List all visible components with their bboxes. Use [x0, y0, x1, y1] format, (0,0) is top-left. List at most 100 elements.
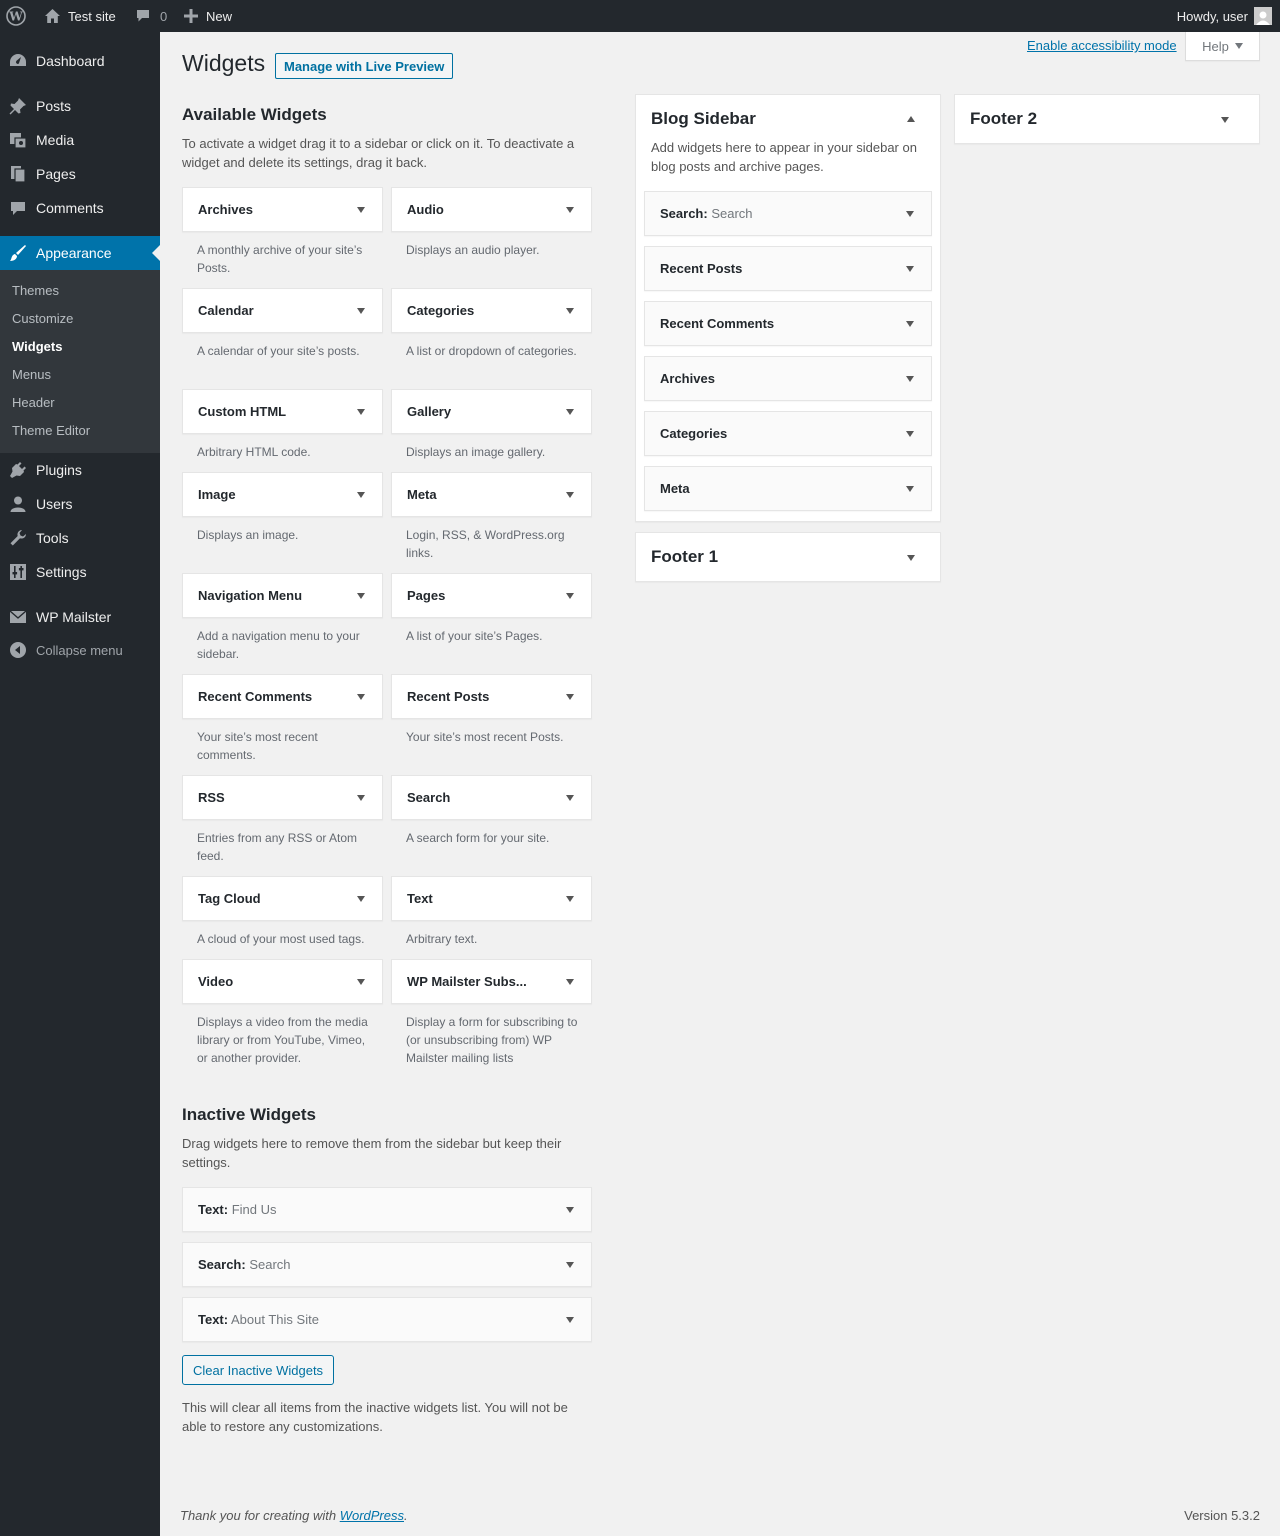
comments-link[interactable]: 0 — [135, 0, 167, 32]
widget-title: Meta — [660, 481, 690, 496]
available-widget[interactable]: Archives — [182, 187, 383, 232]
expand-arrow-icon[interactable] — [566, 896, 574, 902]
available-widget[interactable]: Text — [391, 876, 592, 921]
sidebar-widget[interactable]: Recent Comments — [644, 301, 932, 346]
available-widget[interactable]: Image — [182, 472, 383, 517]
expand-arrow-icon[interactable] — [357, 207, 365, 213]
home-icon — [44, 8, 61, 24]
available-widget[interactable]: Recent Comments — [182, 674, 383, 719]
expand-arrow-icon[interactable] — [566, 979, 574, 985]
help-tab-button[interactable]: Help — [1185, 32, 1260, 61]
menu-comments[interactable]: Comments — [0, 191, 160, 225]
sidebar-widget[interactable]: Search: Search — [644, 191, 932, 236]
expand-arrow-icon[interactable] — [1221, 117, 1229, 123]
expand-arrow-icon[interactable] — [566, 207, 574, 213]
menu-appearance[interactable]: Appearance — [0, 236, 160, 270]
available-widget[interactable]: Audio — [391, 187, 592, 232]
available-widget[interactable]: WP Mailster Subs... — [391, 959, 592, 1004]
expand-arrow-icon[interactable] — [566, 1317, 574, 1323]
expand-arrow-icon[interactable] — [906, 321, 914, 327]
expand-arrow-icon[interactable] — [357, 593, 365, 599]
submenu-customize[interactable]: Customize — [12, 311, 73, 326]
available-widget[interactable]: Calendar — [182, 288, 383, 333]
collapse-menu-button[interactable]: Collapse menu — [0, 633, 160, 667]
expand-arrow-icon[interactable] — [906, 211, 914, 217]
sidebar-widget[interactable]: Meta — [644, 466, 932, 511]
menu-pages[interactable]: Pages — [0, 157, 160, 191]
enable-accessibility-mode-link[interactable]: Enable accessibility mode — [1027, 38, 1177, 53]
available-widget[interactable]: Pages — [391, 573, 592, 618]
inactive-widget[interactable]: Search: Search — [182, 1242, 592, 1287]
expand-arrow-icon[interactable] — [357, 795, 365, 801]
submenu-widgets[interactable]: Widgets — [12, 339, 62, 354]
expand-arrow-icon[interactable] — [906, 486, 914, 492]
expand-arrow-icon[interactable] — [357, 979, 365, 985]
available-widget[interactable]: Gallery — [391, 389, 592, 434]
expand-arrow-icon[interactable] — [566, 593, 574, 599]
available-widget[interactable]: Navigation Menu — [182, 573, 383, 618]
wordpress-logo-icon[interactable]: W — [6, 0, 26, 32]
menu-dashboard[interactable]: Dashboard — [0, 44, 160, 78]
available-widget[interactable]: Custom HTML — [182, 389, 383, 434]
footer-2-area[interactable]: Footer 2 — [954, 94, 1260, 144]
expand-arrow-icon[interactable] — [357, 896, 365, 902]
expand-arrow-icon[interactable] — [566, 694, 574, 700]
wordpress-link[interactable]: WordPress — [340, 1508, 404, 1523]
sidebar-widget[interactable]: Archives — [644, 356, 932, 401]
widget-description: Displays an image. — [197, 528, 299, 542]
widget-description: A search form for your site. — [406, 831, 550, 845]
new-content-link[interactable]: New — [184, 0, 232, 32]
expand-arrow-icon[interactable] — [907, 555, 915, 561]
clear-inactive-widgets-button[interactable]: Clear Inactive Widgets — [182, 1355, 335, 1385]
inactive-widget[interactable]: Text: Find Us — [182, 1187, 592, 1232]
expand-arrow-icon[interactable] — [357, 308, 365, 314]
menu-wp-mailster[interactable]: WP Mailster — [0, 600, 160, 634]
menu-users[interactable]: Users — [0, 487, 160, 521]
expand-arrow-icon[interactable] — [906, 266, 914, 272]
expand-arrow-icon[interactable] — [566, 1262, 574, 1268]
expand-arrow-icon[interactable] — [566, 308, 574, 314]
available-widget[interactable]: Tag Cloud — [182, 876, 383, 921]
manage-live-preview-button[interactable]: Manage with Live Preview — [275, 53, 454, 79]
available-widget[interactable]: Categories — [391, 288, 592, 333]
media-icon — [0, 131, 36, 149]
widget-title: Text — [407, 891, 433, 906]
avatar — [1254, 7, 1272, 25]
menu-media[interactable]: Media — [0, 123, 160, 157]
sidebar-widget[interactable]: Recent Posts — [644, 246, 932, 291]
submenu-themes[interactable]: Themes — [12, 283, 59, 298]
paintbrush-icon — [0, 244, 36, 262]
menu-tools[interactable]: Tools — [0, 521, 160, 555]
site-name-link[interactable]: Test site — [44, 0, 116, 32]
menu-settings[interactable]: Settings — [0, 555, 160, 589]
menu-plugins[interactable]: Plugins — [0, 453, 160, 487]
menu-posts[interactable]: Posts — [0, 89, 160, 123]
inactive-widget[interactable]: Text: About This Site — [182, 1297, 592, 1342]
available-widget[interactable]: Meta — [391, 472, 592, 517]
available-widget[interactable]: RSS — [182, 775, 383, 820]
expand-arrow-icon[interactable] — [566, 409, 574, 415]
expand-arrow-icon[interactable] — [357, 694, 365, 700]
blog-sidebar-area[interactable]: Blog Sidebar Add widgets here to appear … — [635, 94, 941, 522]
sidebar-widget[interactable]: Categories — [644, 411, 932, 456]
submenu-theme-editor[interactable]: Theme Editor — [12, 423, 90, 438]
expand-arrow-icon[interactable] — [906, 431, 914, 437]
expand-arrow-icon[interactable] — [566, 492, 574, 498]
widget-title: Image — [198, 487, 236, 502]
footer-1-area[interactable]: Footer 1 — [635, 532, 941, 582]
collapse-arrow-icon[interactable] — [907, 116, 915, 122]
submenu-header[interactable]: Header — [12, 395, 55, 410]
submenu-menus[interactable]: Menus — [12, 367, 51, 382]
expand-arrow-icon[interactable] — [566, 1207, 574, 1213]
expand-arrow-icon[interactable] — [906, 376, 914, 382]
expand-arrow-icon[interactable] — [566, 795, 574, 801]
widget-description: A cloud of your most used tags. — [197, 932, 365, 946]
available-widget[interactable]: Video — [182, 959, 383, 1004]
footer-thanks-text: Thank you for creating with — [180, 1508, 337, 1523]
available-widget[interactable]: Recent Posts — [391, 674, 592, 719]
my-account-link[interactable]: Howdy, user — [1177, 0, 1272, 32]
expand-arrow-icon[interactable] — [357, 492, 365, 498]
available-widget[interactable]: Search — [391, 775, 592, 820]
expand-arrow-icon[interactable] — [357, 409, 365, 415]
plus-icon — [184, 9, 198, 23]
